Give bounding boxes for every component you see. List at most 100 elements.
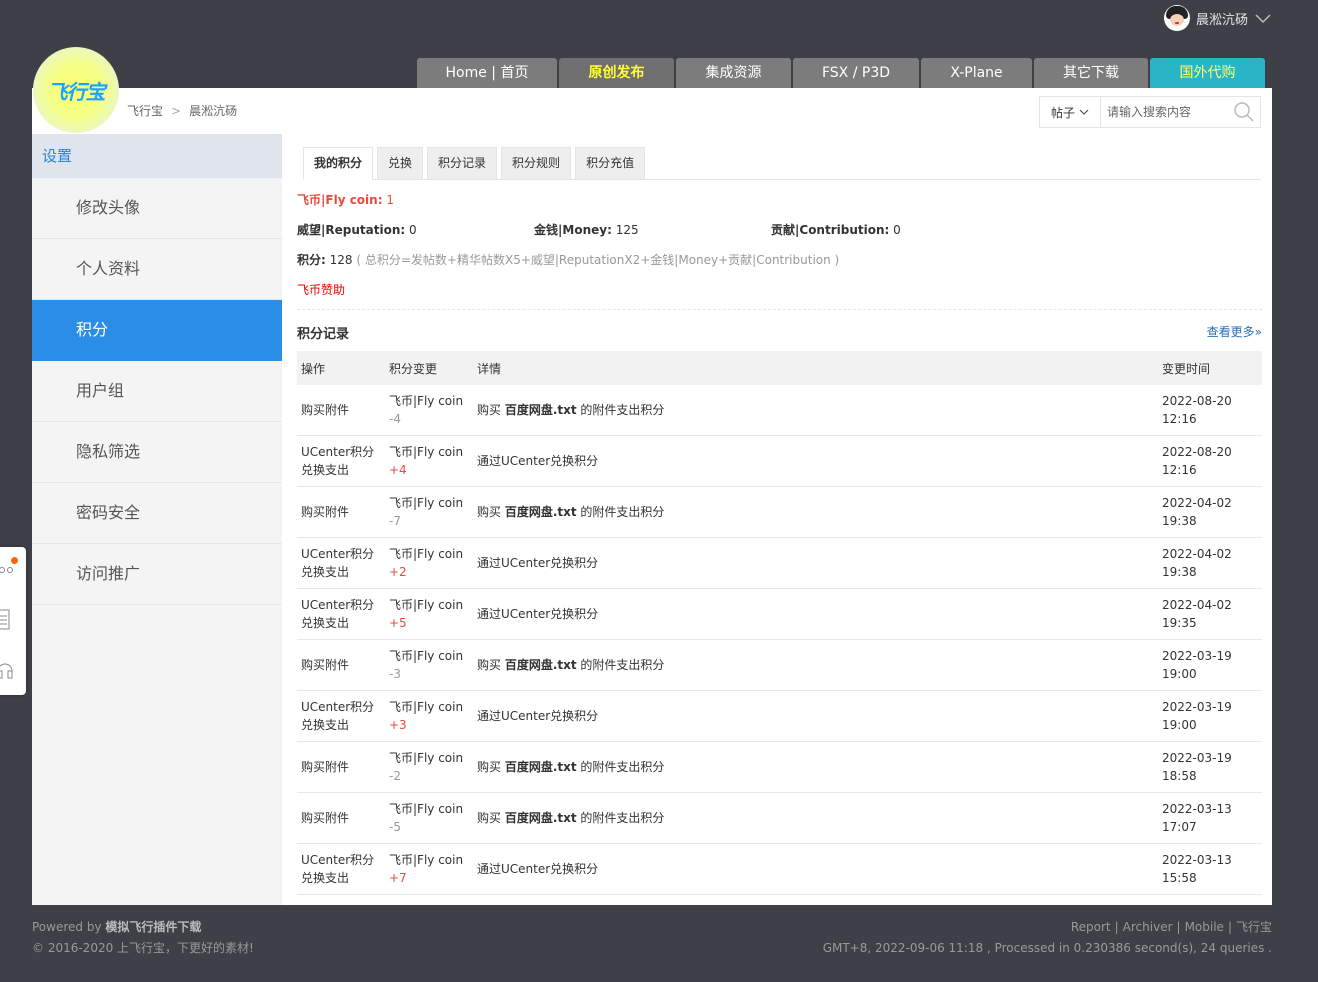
operation-cell: 购买附件 — [297, 741, 385, 793]
detail-text: 购买 — [477, 505, 505, 519]
change-time: 19:00 — [1162, 667, 1197, 681]
change-time: 17:07 — [1162, 820, 1197, 834]
attachment-link[interactable]: 百度网盘.txt — [505, 811, 577, 825]
headset-icon[interactable] — [0, 659, 14, 681]
detail-text: 通过UCenter兑换积分 — [477, 607, 599, 621]
operation-cell: 购买附件 — [297, 385, 385, 436]
nav-overseas[interactable]: 国外代购 — [1150, 58, 1265, 88]
attachment-link[interactable]: 百度网盘.txt — [505, 505, 577, 519]
tab-credit-rules[interactable]: 积分规则 — [501, 147, 572, 179]
time-cell: 2022-03-19 19:00 — [1158, 639, 1262, 691]
tab-credit-recharge[interactable]: 积分充值 — [575, 147, 646, 179]
chevron-down-icon[interactable] — [1254, 12, 1272, 24]
change-date: 2022-03-13 — [1162, 853, 1232, 867]
change-date: 2022-04-02 — [1162, 496, 1232, 510]
username[interactable]: 晨淞沆砀 — [1196, 9, 1248, 28]
footer-link-site[interactable]: 飞行宝 — [1236, 920, 1272, 934]
view-more-link[interactable]: 查看更多» — [1207, 323, 1262, 340]
change-time: 12:16 — [1162, 412, 1197, 426]
operation-cell: 购买附件 — [297, 639, 385, 691]
search-button[interactable] — [1229, 97, 1259, 127]
detail-text: 通过UCenter兑换积分 — [477, 862, 599, 876]
time-cell: 2022-03-19 18:58 — [1158, 741, 1262, 793]
nav-other[interactable]: 其它下载 — [1034, 58, 1148, 88]
column-header: 变更时间 — [1158, 351, 1262, 385]
sidebar-item-password[interactable]: 密码安全 — [32, 483, 282, 544]
footer-links: Report | Archiver | Mobile | 飞行宝 — [1070, 920, 1272, 934]
contribution-label: 贡献|Contribution: — [771, 223, 890, 237]
total-credits: 积分: 128 ( 总积分=发帖数+精华帖数X5+威望|ReputationX2… — [297, 251, 839, 268]
nav-fsx-p3d[interactable]: FSX / P3D — [793, 58, 919, 88]
tab-exchange[interactable]: 兑换 — [377, 147, 424, 179]
operation-cell: UCenter积分兑换支出 — [297, 843, 385, 895]
avatar[interactable] — [1163, 5, 1190, 31]
powered-prefix: Powered by — [32, 920, 106, 934]
footer-link-report[interactable]: Report — [1071, 920, 1111, 934]
change-unit: 飞币|Fly coin — [389, 649, 464, 663]
contribution-value: 0 — [893, 223, 901, 237]
sidebar-item-privacy[interactable]: 隐私筛选 — [32, 422, 282, 483]
change-amount: -7 — [389, 514, 401, 528]
user-menu[interactable]: 晨淞沆砀 — [1163, 4, 1272, 32]
change-unit: 飞币|Fly coin — [389, 496, 464, 510]
search-input[interactable] — [1101, 97, 1229, 127]
footer-link-mobile[interactable]: Mobile — [1185, 920, 1224, 934]
nav-resources[interactable]: 集成资源 — [676, 58, 791, 88]
detail-cell: 购买 百度网盘.txt 的附件支出积分 — [473, 486, 1158, 538]
sidebar-item-usergroup[interactable]: 用户组 — [32, 361, 282, 422]
change-cell: 飞币|Fly coin -5 — [385, 792, 473, 844]
operation-cell: UCenter积分兑换支出 — [297, 690, 385, 742]
chevron-down-icon — [1079, 109, 1089, 115]
detail-text: 的附件支出积分 — [576, 505, 665, 519]
total-formula: ( 总积分=发帖数+精华帖数X5+威望|ReputationX2+金钱|Mone… — [356, 253, 840, 267]
attachment-link[interactable]: 百度网盘.txt — [505, 658, 577, 672]
powered-by: Powered by 模拟飞行插件下载 — [32, 917, 254, 938]
detail-text: 的附件支出积分 — [576, 760, 665, 774]
operation-cell: UCenter积分兑换支出 — [297, 588, 385, 640]
sidebar-title: 设置 — [32, 134, 282, 178]
document-icon[interactable] — [0, 609, 12, 631]
sidebar-item-avatar[interactable]: 修改头像 — [32, 178, 282, 239]
chevron-right-icon: > — [171, 103, 182, 118]
detail-cell: 购买 百度网盘.txt 的附件支出积分 — [473, 385, 1158, 436]
change-amount: -4 — [389, 412, 401, 426]
tab-credit-log[interactable]: 积分记录 — [427, 147, 498, 179]
sidebar-item-profile[interactable]: 个人资料 — [32, 239, 282, 300]
search-type-select[interactable]: 帖子 — [1040, 97, 1101, 127]
nav-original[interactable]: 原创发布 — [559, 58, 674, 88]
nav-xplane[interactable]: X-Plane — [921, 58, 1032, 88]
breadcrumb-current[interactable]: 晨淞沆砀 — [189, 102, 237, 119]
change-time: 15:58 — [1162, 871, 1197, 885]
detail-cell: 通过UCenter兑换积分 — [473, 843, 1158, 895]
change-cell: 飞币|Fly coin +2 — [385, 537, 473, 589]
change-date: 2022-04-02 — [1162, 547, 1232, 561]
sidebar-item-promotion[interactable]: 访问推广 — [32, 544, 282, 605]
site-logo[interactable]: 飞行宝 — [33, 47, 119, 133]
table-row: 购买附件 飞币|Fly coin -2 购买 百度网盘.txt 的附件支出积分 2022… — [297, 741, 1262, 793]
powered-by-link[interactable]: 模拟飞行插件下载 — [105, 920, 201, 934]
detail-text: 通过UCenter兑换积分 — [477, 709, 599, 723]
flycoin-sponsor-link[interactable]: 飞币赞助 — [297, 281, 345, 298]
detail-cell: 购买 百度网盘.txt 的附件支出积分 — [473, 792, 1158, 844]
time-cell: 2022-03-13 15:58 — [1158, 843, 1262, 895]
footer-status: GMT+8, 2022-09-06 11:18 , Processed in 0… — [822, 941, 1272, 955]
detail-cell: 通过UCenter兑换积分 — [473, 537, 1158, 589]
more-icon[interactable] — [0, 565, 18, 575]
footer-link-archiver[interactable]: Archiver — [1123, 920, 1173, 934]
column-header: 详情 — [473, 351, 1158, 385]
change-unit: 飞币|Fly coin — [389, 700, 464, 714]
time-cell: 2022-08-20 12:16 — [1158, 435, 1262, 487]
nav-home[interactable]: Home | 首页 — [417, 58, 557, 88]
sidebar-item-credits[interactable]: 积分 — [32, 300, 282, 361]
table-row: 购买附件 飞币|Fly coin -5 购买 百度网盘.txt 的附件支出积分 2022… — [297, 792, 1262, 844]
attachment-link[interactable]: 百度网盘.txt — [505, 760, 577, 774]
attachment-link[interactable]: 百度网盘.txt — [505, 403, 577, 417]
floating-toolbar[interactable] — [0, 547, 26, 695]
breadcrumb-root[interactable]: 飞行宝 — [127, 102, 163, 119]
tab-my-credits[interactable]: 我的积分 — [303, 147, 374, 180]
detail-text: 购买 — [477, 658, 505, 672]
breadcrumb-bar: 飞行宝 > 晨淞沆砀 帖子 — [32, 88, 1272, 134]
operation-cell: UCenter积分兑换支出 — [297, 537, 385, 589]
table-row: UCenter积分兑换支出 飞币|Fly coin +7 通过UCenter兑换积分 2… — [297, 843, 1262, 895]
change-cell: 飞币|Fly coin +7 — [385, 843, 473, 895]
